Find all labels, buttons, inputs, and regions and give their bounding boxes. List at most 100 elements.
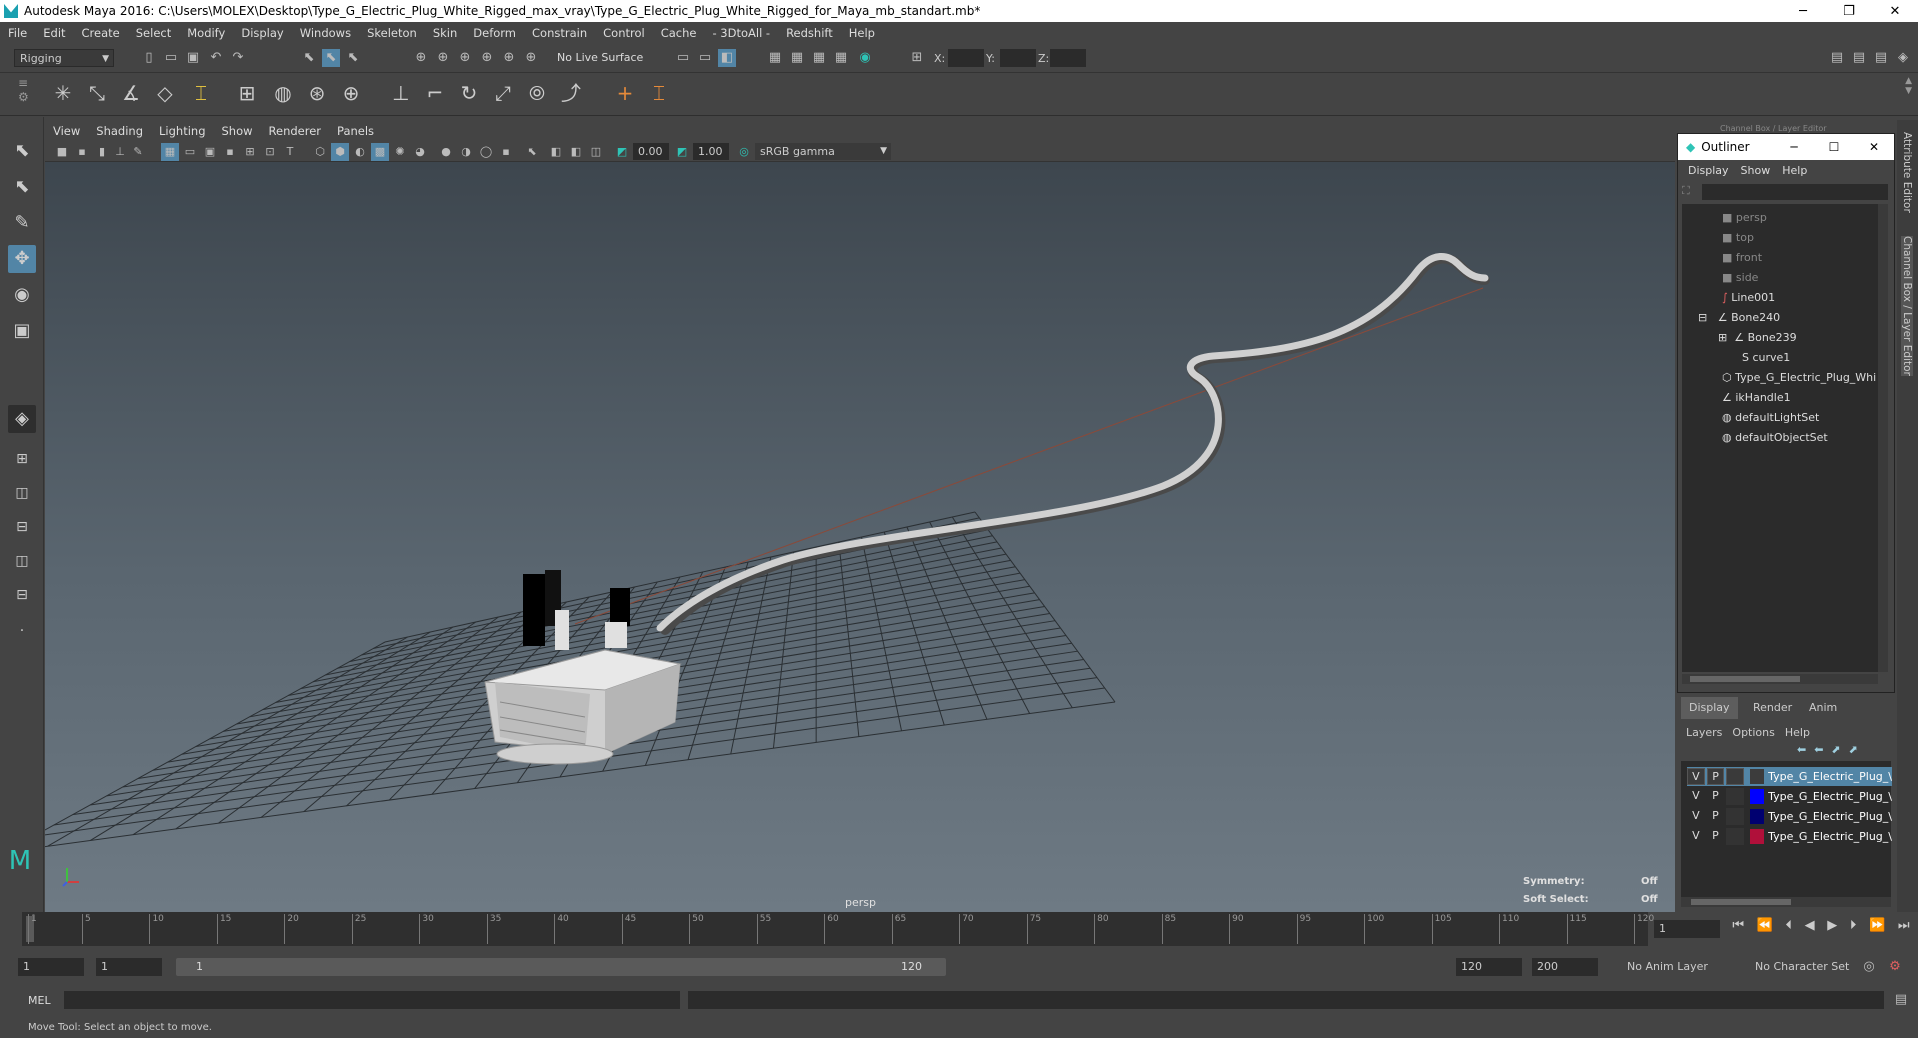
layer-color-swatch[interactable] <box>1749 809 1765 824</box>
outliner-vertical-scrollbar[interactable] <box>1878 204 1888 672</box>
cluster-icon[interactable]: ⌶ <box>186 78 216 108</box>
persp-graph-layout-icon[interactable]: ⊟ <box>8 513 36 541</box>
layer-playback-toggle[interactable]: P <box>1707 828 1725 845</box>
filter-icon[interactable]: ⛶ <box>1682 184 1696 198</box>
ik-handle-icon[interactable]: ⤡ <box>82 78 112 108</box>
layer-row[interactable]: V P Type_G_Electric_Plug_\ <box>1687 827 1892 846</box>
go-to-start-icon[interactable]: ⏮ <box>1732 918 1744 933</box>
xray-icon[interactable]: ◧ <box>547 143 565 161</box>
outliner-item-curve1[interactable]: S curve1 <box>1742 348 1790 368</box>
shelf-scroll-icon[interactable]: ▲ ▼ <box>1905 76 1912 96</box>
outliner-item-plug-mesh[interactable]: ⬡ Type_G_Electric_Plug_Whi <box>1722 368 1876 388</box>
shadows-icon[interactable]: ◕ <box>411 143 429 161</box>
four-view-layout-icon[interactable]: ⊞ <box>8 445 36 473</box>
smooth-shade-icon[interactable]: ⬢ <box>331 143 349 161</box>
layer-playback-toggle[interactable]: P <box>1706 768 1725 785</box>
layer-tab-display[interactable]: Display <box>1681 697 1738 719</box>
outliner-maximize-button[interactable]: ☐ <box>1814 140 1854 154</box>
single-perspective-layout-icon[interactable]: ◈ <box>8 405 36 433</box>
layer-display-type[interactable] <box>1726 828 1744 845</box>
outliner-minimize-button[interactable]: ─ <box>1774 140 1814 154</box>
outliner-menu-help[interactable]: Help <box>1776 164 1813 177</box>
render-settings-icon[interactable]: ▦ <box>832 49 850 67</box>
textured-icon[interactable]: ▩ <box>371 143 389 161</box>
outliner-scroll-thumb[interactable] <box>1690 676 1800 682</box>
film-gate-icon[interactable]: ▭ <box>181 143 199 161</box>
select-hierarchy-icon[interactable]: ⬉ <box>300 49 318 67</box>
outliner-item-bone240[interactable]: ⊟ ∠ Bone240 <box>1698 308 1780 328</box>
step-forward-frame-icon[interactable]: ⏵ <box>1850 918 1857 933</box>
snap-grid-icon[interactable]: ⊕ <box>412 49 430 67</box>
menu-display[interactable]: Display <box>233 26 291 40</box>
undo-icon[interactable]: ↶ <box>207 49 225 67</box>
scale-constraint-icon[interactable]: ⤢ <box>488 78 518 108</box>
menu-redshift[interactable]: Redshift <box>778 26 841 40</box>
xray-joints-icon[interactable]: ◧ <box>567 143 585 161</box>
outliner-menu-display[interactable]: Display <box>1682 164 1735 177</box>
mode-selector[interactable]: Rigging ▼ <box>14 49 114 67</box>
vp-menu-renderer[interactable]: Renderer <box>261 124 330 138</box>
default-material-icon[interactable]: ◐ <box>351 143 369 161</box>
character-set-selector[interactable]: No Character Set <box>1750 958 1868 976</box>
scene-canvas[interactable] <box>45 162 1675 912</box>
layer-menu-help[interactable]: Help <box>1780 726 1815 739</box>
custom-layout-icon[interactable]: · <box>8 617 36 645</box>
resolution-gate-icon[interactable]: ▣ <box>201 143 219 161</box>
scale-tool-icon[interactable]: ▣ <box>8 317 36 345</box>
hypershade-layout-icon[interactable]: ◫ <box>8 547 36 575</box>
layer-tab-anim[interactable]: Anim <box>1801 697 1845 719</box>
save-scene-icon[interactable]: ▣ <box>184 49 202 67</box>
select-component-icon[interactable]: ⬉ <box>344 49 362 67</box>
live-surface-field[interactable]: No Live Surface <box>552 49 648 67</box>
snap-view-icon[interactable]: ⊕ <box>478 49 496 67</box>
locator-icon[interactable]: + <box>610 78 640 108</box>
gamma-icon[interactable]: ◩ <box>673 143 691 161</box>
attribute-editor-tab[interactable]: Attribute Editor <box>1901 132 1913 213</box>
layer-horizontal-scrollbar[interactable] <box>1681 897 1891 907</box>
grid-toggle-icon[interactable]: ▦ <box>161 143 179 161</box>
render-frame-icon[interactable]: ▦ <box>766 49 784 67</box>
close-button[interactable]: ✕ <box>1872 0 1918 22</box>
script-editor-icon[interactable]: ▤ <box>1892 991 1910 1009</box>
step-back-frame-icon[interactable]: ⏴ <box>1785 918 1792 933</box>
field-chart-icon[interactable]: ⊞ <box>241 143 259 161</box>
lattice-icon[interactable]: ⊞ <box>232 78 262 108</box>
layer-display-type[interactable] <box>1726 768 1745 785</box>
y-input[interactable] <box>1000 49 1036 67</box>
play-forward-icon[interactable]: ▶ <box>1827 918 1837 933</box>
z-input[interactable] <box>1050 49 1086 67</box>
menu-3dtoall[interactable]: - 3DtoAll - <box>704 26 778 40</box>
outliner-item-side[interactable]: ■ side <box>1722 268 1758 288</box>
outliner-item-default-object-set[interactable]: ◍ defaultObjectSet <box>1722 428 1828 448</box>
snap-vertex-icon[interactable]: ⊕ <box>522 49 540 67</box>
gamma-input[interactable]: 1.00 <box>693 143 729 160</box>
layer-playback-toggle[interactable]: P <box>1707 808 1725 825</box>
color-management-icon[interactable]: ◎ <box>735 143 753 161</box>
vp-menu-lighting[interactable]: Lighting <box>151 124 213 138</box>
outliner-item-bone239[interactable]: ⊞ ∠ Bone239 <box>1718 328 1797 348</box>
lasso-tool-icon[interactable]: ⬉ <box>8 173 36 201</box>
pole-vector-icon[interactable]: ⤴ <box>556 78 586 108</box>
layer-scroll-thumb[interactable] <box>1691 899 1791 905</box>
gate-mask-icon[interactable]: ▪ <box>221 143 239 161</box>
outliner-close-button[interactable]: ✕ <box>1854 140 1894 154</box>
render-sequence-icon[interactable]: ▦ <box>788 49 806 67</box>
persp-uv-layout-icon[interactable]: ⊟ <box>8 581 36 609</box>
soft-mod-icon[interactable]: ⊕ <box>336 78 366 108</box>
layer-color-swatch[interactable] <box>1750 769 1765 784</box>
layer-row[interactable]: V P Type_G_Electric_Plug_\ <box>1687 807 1892 826</box>
bookmark-icon[interactable]: ▮ <box>93 143 111 161</box>
minimize-button[interactable]: ─ <box>1780 0 1826 22</box>
menu-control[interactable]: Control <box>595 26 653 40</box>
snap-surface-icon[interactable]: ⊕ <box>500 49 518 67</box>
layer-visibility-toggle[interactable]: V <box>1687 828 1705 845</box>
vp-menu-panels[interactable]: Panels <box>329 124 382 138</box>
layer-visibility-toggle[interactable]: V <box>1687 808 1705 825</box>
menu-create[interactable]: Create <box>74 26 128 40</box>
perspective-viewport[interactable]: persp Symmetry: Off Soft Select: Off <box>45 162 1675 912</box>
hypershade-icon[interactable]: ◉ <box>856 49 874 67</box>
outliner-item-line001[interactable]: ∫ Line001 <box>1722 288 1775 308</box>
animation-start-input[interactable]: 1 <box>18 958 84 976</box>
menu-file[interactable]: File <box>0 26 35 40</box>
aim-constraint-icon[interactable]: ⦾ <box>522 78 552 108</box>
